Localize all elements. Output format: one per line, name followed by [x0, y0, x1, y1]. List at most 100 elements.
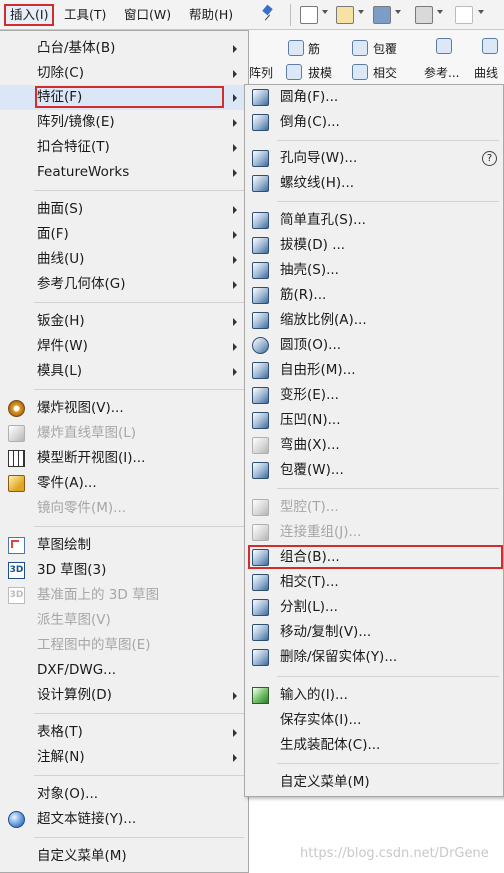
- submenu-item-label: 压凹(N)...: [280, 412, 341, 428]
- insert-menu: 凸台/基体(B) 切除(C) 特征(F) 阵列/镜像(E) 扣合特征(T) Fe…: [0, 30, 249, 873]
- menu-item-part[interactable]: 零件(A)...: [0, 471, 247, 496]
- submenu-item-split[interactable]: 分割(L)...: [245, 595, 503, 620]
- submenu-item-imported[interactable]: 输入的(I)...: [245, 683, 503, 708]
- menu-item-features[interactable]: 特征(F): [0, 85, 247, 110]
- draft-icon: [252, 237, 269, 254]
- menu-help[interactable]: 帮助(H): [185, 4, 237, 26]
- submenu-item-customize-menu[interactable]: 自定义菜单(M): [245, 770, 503, 795]
- menu-item-mirror-part[interactable]: 镜向零件(M)...: [0, 496, 247, 521]
- menu-item-weldments[interactable]: 焊件(W): [0, 334, 247, 359]
- submenu-item-create-assembly[interactable]: 生成装配体(C)...: [245, 733, 503, 758]
- menu-item-3d-sketch-on-plane[interactable]: 3D 基准面上的 3D 草图: [0, 583, 247, 608]
- submenu-item-join[interactable]: 连接重组(J)...: [245, 520, 503, 545]
- menu-item-3d-sketch[interactable]: 3D 3D 草图(3): [0, 558, 247, 583]
- menu-window[interactable]: 窗口(W): [120, 4, 175, 26]
- menu-item-derived-sketch[interactable]: 派生草图(V): [0, 608, 247, 633]
- submenu-item-chamfer[interactable]: 倒角(C)...: [245, 110, 503, 135]
- submenu-item-save-bodies[interactable]: 保存实体(I)...: [245, 708, 503, 733]
- ribbon-draft-label[interactable]: 拔模: [308, 64, 332, 81]
- submenu-item-flex[interactable]: 弯曲(X)...: [245, 433, 503, 458]
- submenu-item-delete-keep-body[interactable]: 删除/保留实体(Y)...: [245, 645, 503, 670]
- simple-hole-icon: [252, 212, 269, 229]
- menu-item-explode-line-sketch[interactable]: 爆炸直线草图(L): [0, 421, 247, 446]
- toolbar-separator: [290, 4, 291, 26]
- menu-item-customize-menu[interactable]: 自定义菜单(M): [0, 844, 247, 869]
- ribbon-intersect-label[interactable]: 相交: [373, 64, 397, 81]
- ribbon-wrap-label[interactable]: 包覆: [373, 40, 397, 57]
- menu-item-molds[interactable]: 模具(L): [0, 359, 247, 384]
- ribbon-rib-label[interactable]: 筋: [308, 40, 320, 57]
- menu-item-cut[interactable]: 切除(C): [0, 61, 247, 86]
- menu-item-boss-base[interactable]: 凸台/基体(B): [0, 36, 247, 61]
- menu-item-dxf-dwg[interactable]: DXF/DWG...: [0, 658, 247, 683]
- reference-geometry-icon[interactable]: [436, 38, 452, 54]
- chevron-down-icon[interactable]: [478, 10, 484, 14]
- submenu-item-fillet[interactable]: 圆角(F)...: [245, 85, 503, 110]
- print-icon[interactable]: [415, 6, 433, 24]
- menu-item-label: 曲面(S): [37, 201, 84, 217]
- submenu-item-wrap[interactable]: 包覆(W)...: [245, 458, 503, 483]
- submenu-item-deform[interactable]: 变形(E)...: [245, 383, 503, 408]
- submenu-item-cavity[interactable]: 型腔(T)...: [245, 495, 503, 520]
- menu-item-featureworks[interactable]: FeatureWorks: [0, 160, 247, 185]
- menu-item-curve[interactable]: 曲线(U): [0, 247, 247, 272]
- ribbon-pattern-label[interactable]: 阵列: [249, 64, 273, 81]
- submenu-item-dome[interactable]: 圆顶(O)...: [245, 333, 503, 358]
- submenu-arrow-icon: [233, 729, 237, 737]
- menu-separator: [34, 837, 244, 838]
- menu-item-sketch[interactable]: 草图绘制: [0, 533, 247, 558]
- submenu-item-label: 输入的(I)...: [280, 687, 348, 703]
- open-folder-icon[interactable]: [336, 6, 354, 24]
- menu-item-design-study[interactable]: 设计算例(D): [0, 683, 247, 708]
- submenu-item-rib[interactable]: 筋(R)...: [245, 283, 503, 308]
- chevron-down-icon[interactable]: [395, 10, 401, 14]
- submenu-item-move-copy[interactable]: 移动/复制(V)...: [245, 620, 503, 645]
- submenu-item-freeform[interactable]: 自由形(M)...: [245, 358, 503, 383]
- save-icon[interactable]: [373, 6, 391, 24]
- submenu-item-shell[interactable]: 抽壳(S)...: [245, 258, 503, 283]
- submenu-item-draft[interactable]: 拔模(D) ...: [245, 233, 503, 258]
- menu-item-exploded-view[interactable]: 爆炸视图(V)...: [0, 396, 247, 421]
- menu-item-tables[interactable]: 表格(T): [0, 720, 247, 745]
- intersect-icon: [252, 574, 269, 591]
- submenu-item-scale[interactable]: 缩放比例(A)...: [245, 308, 503, 333]
- chevron-down-icon[interactable]: [437, 10, 443, 14]
- menu-insert[interactable]: 插入(I): [4, 4, 55, 26]
- pin-icon[interactable]: [262, 6, 274, 22]
- menu-item-fastening-features[interactable]: 扣合特征(T): [0, 135, 247, 160]
- undo-icon[interactable]: [455, 6, 473, 24]
- submenu-item-thread[interactable]: 螺纹线(H)...: [245, 171, 503, 196]
- submenu-item-intersect[interactable]: 相交(T)...: [245, 570, 503, 595]
- menu-tools[interactable]: 工具(T): [60, 4, 110, 26]
- menu-item-sheet-metal[interactable]: 钣金(H): [0, 309, 247, 334]
- chevron-down-icon[interactable]: [358, 10, 364, 14]
- menu-item-pattern-mirror[interactable]: 阵列/镜像(E): [0, 110, 247, 135]
- wrap-icon[interactable]: [352, 40, 368, 56]
- new-document-icon[interactable]: [300, 6, 318, 24]
- ribbon-reference-label[interactable]: 参考...: [424, 64, 459, 81]
- menu-item-hyperlink[interactable]: 超文本链接(Y)...: [0, 807, 247, 832]
- intersect-icon[interactable]: [352, 64, 368, 80]
- menu-item-reference-geometry[interactable]: 参考几何体(G): [0, 272, 247, 297]
- menu-item-object[interactable]: 对象(O)...: [0, 782, 247, 807]
- submenu-item-simple-hole[interactable]: 简单直孔(S)...: [245, 208, 503, 233]
- menu-separator: [277, 201, 499, 202]
- rib-icon[interactable]: [288, 40, 304, 56]
- menu-item-surface[interactable]: 曲面(S): [0, 197, 247, 222]
- menu-item-label: 模型断开视图(I)...: [37, 450, 146, 466]
- help-icon[interactable]: ?: [482, 151, 497, 166]
- menu-item-break-view[interactable]: 模型断开视图(I)...: [0, 446, 247, 471]
- ribbon-curves-label[interactable]: 曲线: [474, 64, 498, 81]
- submenu-item-indent[interactable]: 压凹(N)...: [245, 408, 503, 433]
- menu-item-annotations[interactable]: 注解(N): [0, 745, 247, 770]
- menu-item-label: 扣合特征(T): [37, 139, 110, 155]
- menu-item-sketch-from-drawing[interactable]: 工程图中的草图(E): [0, 633, 247, 658]
- curves-icon[interactable]: [482, 38, 498, 54]
- submenu-item-combine[interactable]: 组合(B)...: [245, 545, 503, 570]
- menu-item-face[interactable]: 面(F): [0, 222, 247, 247]
- submenu-item-hole-wizard[interactable]: 孔向导(W)...?: [245, 146, 503, 171]
- draft-icon[interactable]: [286, 64, 302, 80]
- chevron-down-icon[interactable]: [322, 10, 328, 14]
- menu-item-label: 焊件(W): [37, 338, 88, 354]
- menu-item-label: DXF/DWG...: [37, 662, 117, 678]
